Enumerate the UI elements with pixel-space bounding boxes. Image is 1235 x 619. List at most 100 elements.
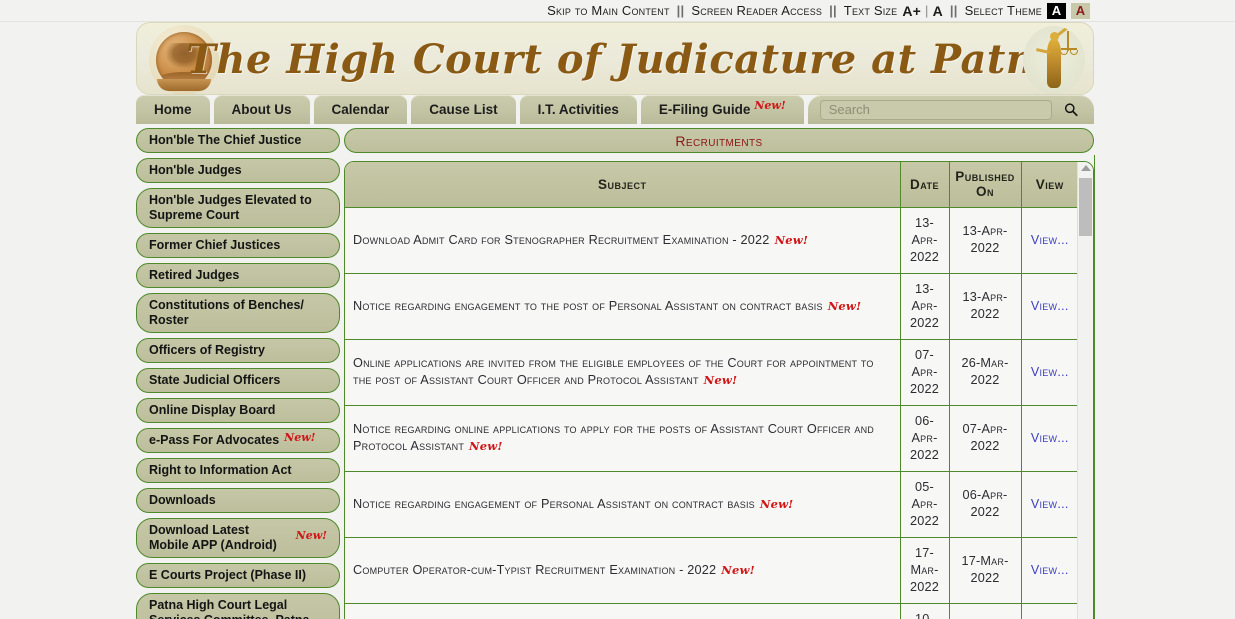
- sidebar-item-label: Patna High Court Legal Services Committe…: [149, 598, 310, 619]
- nav-item-it-activities[interactable]: I.T. Activities: [519, 95, 637, 124]
- cell-date: 13-Apr-2022: [900, 273, 950, 340]
- view-link[interactable]: View...: [1031, 431, 1069, 445]
- scrollbar-thumb[interactable]: [1079, 178, 1092, 236]
- sidebar-item-label: E Courts Project (Phase II): [149, 568, 306, 582]
- view-link[interactable]: View...: [1031, 497, 1069, 511]
- cell-subject: Notice regarding engagement of Personal …: [345, 471, 901, 538]
- search-button[interactable]: [1058, 99, 1084, 121]
- subject-text: Computer Operator-cum-Typist Recruitment…: [353, 562, 717, 577]
- sidebar-item-officers-of-registry[interactable]: Officers of Registry: [136, 338, 340, 363]
- sidebar-item-downloads[interactable]: Downloads: [136, 488, 340, 513]
- subject-text: Download Admit Card for Stenographer Rec…: [353, 232, 770, 247]
- cell-published-on: 13-Apr-2022: [949, 273, 1022, 340]
- sidebar-item-chief-justice[interactable]: Hon'ble The Chief Justice: [136, 128, 340, 153]
- nav-label: Home: [154, 102, 192, 117]
- subject-text: Notice regarding engagement of Personal …: [353, 496, 755, 511]
- column-header-published-on: Published On: [949, 162, 1022, 208]
- text-size-increase-button[interactable]: A+: [902, 3, 921, 19]
- sidebar-item-label: Online Display Board: [149, 403, 276, 417]
- sidebar-item-judges-elevated-supreme-court[interactable]: Hon'ble Judges Elevated to Supreme Court: [136, 188, 340, 228]
- column-header-subject: Subject: [345, 162, 901, 208]
- table-row: Notice regarding online applications to …: [345, 405, 1078, 472]
- cell-date: 07-Apr-2022: [900, 339, 950, 406]
- separator-3: |: [925, 3, 929, 18]
- nav-item-about-us[interactable]: About Us: [213, 95, 310, 124]
- main-navigation: Home About Us Calendar Cause List I.T. A…: [136, 95, 1094, 124]
- nav-label: About Us: [231, 102, 292, 117]
- sidebar-item-e-pass-for-advocates[interactable]: e-Pass For Advocates New!: [136, 428, 340, 453]
- new-badge: New!: [295, 528, 327, 542]
- table-header-row: Subject Date Published On View: [345, 162, 1078, 208]
- new-badge: New!: [721, 562, 755, 577]
- section-title-recruitments: Recruitments: [344, 128, 1094, 153]
- new-badge: New!: [469, 439, 503, 453]
- recruitments-table: Subject Date Published On View Download …: [345, 162, 1078, 619]
- sidebar-item-honble-judges[interactable]: Hon'ble Judges: [136, 158, 340, 183]
- sidebar-item-retired-judges[interactable]: Retired Judges: [136, 263, 340, 288]
- cell-view: View...: [1021, 339, 1078, 406]
- nav-label: Calendar: [331, 102, 390, 117]
- view-link[interactable]: View...: [1031, 563, 1069, 577]
- view-link[interactable]: View...: [1031, 299, 1069, 313]
- cell-published-on: 10-Mar-2022: [949, 603, 1022, 619]
- lady-justice-statue-icon: [1023, 26, 1085, 94]
- sidebar-item-online-display-board[interactable]: Online Display Board: [136, 398, 340, 423]
- cell-view: View...: [1021, 405, 1078, 472]
- view-link[interactable]: View...: [1031, 233, 1069, 247]
- separator-4: ||: [949, 3, 958, 18]
- theme-dark-swatch[interactable]: A: [1047, 2, 1066, 19]
- cell-subject: Online applications are invited from the…: [345, 339, 901, 406]
- table-vertical-scrollbar[interactable]: [1077, 162, 1093, 619]
- nav-label: E-Filing Guide: [658, 102, 751, 117]
- search-input[interactable]: [819, 99, 1052, 120]
- subject-text: Online applications are invited from the…: [353, 356, 874, 387]
- nav-item-calendar[interactable]: Calendar: [313, 95, 408, 124]
- sidebar-item-former-chief-justices[interactable]: Former Chief Justices: [136, 233, 340, 258]
- sidebar-item-constitutions-of-benches[interactable]: Constitutions of Benches/ Roster: [136, 293, 340, 333]
- new-badge: New!: [774, 232, 809, 247]
- search-container: [807, 95, 1094, 124]
- sidebar-item-legal-services-committee[interactable]: Patna High Court Legal Services Committe…: [136, 593, 340, 619]
- cell-view: View...: [1021, 207, 1078, 274]
- table-row: Online applications are invited from the…: [345, 339, 1078, 406]
- nav-item-e-filing-guide[interactable]: E-Filing Guide New!: [640, 95, 804, 124]
- page-title: The High Court of Judicature at Patna: [186, 36, 1062, 83]
- cell-date: 17-Mar-2022: [900, 537, 950, 604]
- skip-to-main-content-link[interactable]: Skip to Main Content: [547, 3, 670, 18]
- sidebar-item-label: Retired Judges: [149, 268, 240, 282]
- sidebar-item-label: Hon'ble The Chief Justice: [149, 133, 302, 147]
- cell-view: View...: [1021, 603, 1078, 619]
- nav-item-home[interactable]: Home: [136, 95, 210, 124]
- cell-view: View...: [1021, 537, 1078, 604]
- search-icon: [1064, 103, 1078, 117]
- sidebar-item-label: Hon'ble Judges: [149, 163, 242, 177]
- nav-label: Cause List: [429, 102, 498, 117]
- screen-reader-access-link[interactable]: Screen Reader Access: [691, 3, 822, 18]
- content-right-rule: [1094, 155, 1095, 619]
- sidebar-item-label: Officers of Registry: [149, 343, 266, 357]
- table-row: Download Admit Card for Stenographer Rec…: [345, 207, 1078, 274]
- site-header-banner: The High Court of Judicature at Patna: [136, 22, 1094, 95]
- sidebar-item-label: Downloads: [149, 493, 216, 507]
- cell-view: View...: [1021, 471, 1078, 538]
- new-badge: New!: [754, 99, 786, 112]
- main-content: Recruitments Subject Date Published On V…: [344, 128, 1094, 619]
- cell-subject: Model key (answers) in Preliminary Test …: [345, 603, 901, 619]
- subject-text: Notice regarding online applications to …: [353, 422, 875, 453]
- column-header-view: View: [1021, 162, 1078, 208]
- theme-light-swatch[interactable]: A: [1071, 2, 1090, 19]
- new-badge: New!: [703, 373, 738, 387]
- scroll-up-arrow-icon[interactable]: [1081, 165, 1091, 171]
- sidebar-item-label: Former Chief Justices: [149, 238, 281, 252]
- sidebar-item-state-judicial-officers[interactable]: State Judicial Officers: [136, 368, 340, 393]
- sidebar-item-download-mobile-app[interactable]: Download Latest Mobile APP (Android) New…: [136, 518, 340, 558]
- view-link[interactable]: View...: [1031, 365, 1069, 379]
- cell-date: 06-Apr-2022: [900, 405, 950, 472]
- sidebar-item-ecourts-project-phase-2[interactable]: E Courts Project (Phase II): [136, 563, 340, 588]
- text-size-normal-button[interactable]: A: [933, 3, 943, 19]
- cell-subject: Notice regarding engagement to the post …: [345, 273, 901, 340]
- nav-item-cause-list[interactable]: Cause List: [411, 95, 516, 124]
- table-row: Notice regarding engagement to the post …: [345, 273, 1078, 340]
- sidebar-menu: Hon'ble The Chief Justice Hon'ble Judges…: [136, 128, 340, 619]
- sidebar-item-right-to-information-act[interactable]: Right to Information Act: [136, 458, 340, 483]
